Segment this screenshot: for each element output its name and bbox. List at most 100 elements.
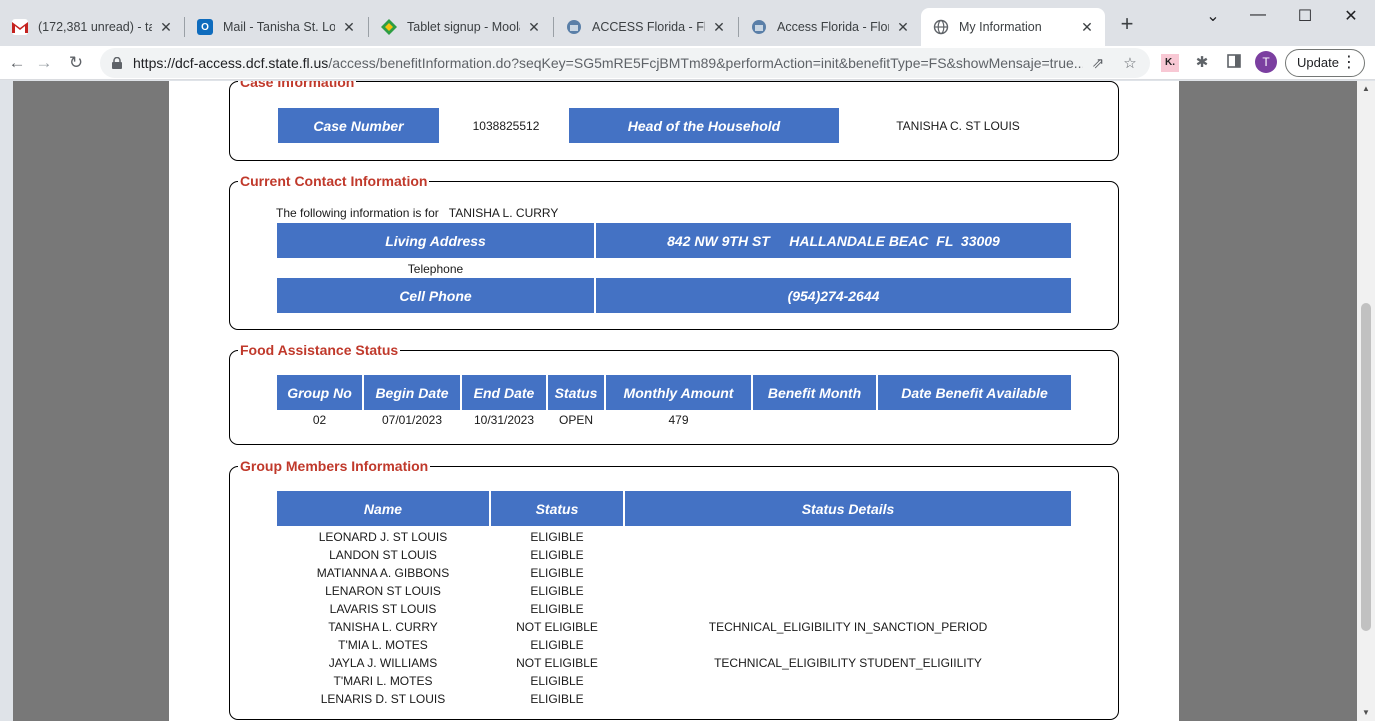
food-cell-status: OPEN	[558, 413, 593, 427]
back-icon[interactable]: ←	[6, 52, 28, 74]
member-name: LANDON ST LOUIS	[329, 548, 437, 562]
update-label: Update	[1297, 55, 1339, 70]
tab-moolah[interactable]: Tablet signup - Moolah ✕	[369, 8, 552, 46]
tab-access-florida-1[interactable]: ACCESS Florida - Florida ✕	[554, 8, 737, 46]
member-name: T'MIA L. MOTES	[338, 638, 428, 652]
tab-outlook[interactable]: O Mail - Tanisha St. Louis ✕	[185, 8, 367, 46]
close-icon[interactable]: ✕	[895, 19, 911, 36]
scroll-up-icon[interactable]: ▲	[1361, 84, 1371, 93]
member-name: TANISHA L. CURRY	[328, 620, 438, 634]
new-tab-button[interactable]: +	[1117, 13, 1137, 35]
member-name: T'MARI L. MOTES	[333, 674, 433, 688]
member-name: JAYLA J. WILLIAMS	[328, 656, 438, 670]
member-status-details: TECHNICAL_ELIGIBILITY STUDENT_ELIGIILITY	[714, 656, 982, 670]
member-status: ELIGIBLE	[530, 584, 584, 598]
tab-title: Tablet signup - Moolah	[407, 20, 520, 34]
update-button[interactable]: Update ⋮	[1285, 49, 1365, 77]
food-header-end-date: End Date	[462, 375, 546, 410]
vertical-scrollbar[interactable]: ▲ ▼	[1357, 81, 1375, 721]
member-name: MATIANNA A. GIBBONS	[316, 566, 450, 580]
food-cell-monthly-amount: 479	[668, 413, 689, 427]
telephone-label: Telephone	[407, 262, 464, 276]
head-of-household-label: Head of the Household	[569, 108, 839, 143]
food-cell-end-date: 10/31/2023	[473, 413, 535, 427]
tab-access-florida-2[interactable]: Access Florida - Florida ✕	[739, 8, 921, 46]
members-header-status-details: Status Details	[625, 491, 1071, 526]
star-icon[interactable]: ☆	[1120, 54, 1140, 72]
member-status: NOT ELIGIBLE	[516, 620, 598, 634]
member-status-details: TECHNICAL_ELIGIBILITY IN_SANCTION_PERIOD	[708, 620, 988, 634]
food-cell-begin-date: 07/01/2023	[381, 413, 443, 427]
food-header-monthly-amount: Monthly Amount	[606, 375, 751, 410]
member-name: LENARIS D. ST LOUIS	[320, 692, 446, 706]
address-bar[interactable]: https://dcf-access.dcf.state.fl.us/acces…	[100, 48, 1150, 78]
close-icon[interactable]: ✕	[1079, 19, 1095, 36]
member-status: ELIGIBLE	[530, 530, 584, 544]
tab-gmail[interactable]: (172,381 unread) - tani ✕	[0, 8, 184, 46]
member-name: LEONARD J. ST LOUIS	[318, 530, 448, 544]
cell-phone-label: Cell Phone	[277, 278, 594, 313]
share-icon[interactable]: ⇗	[1088, 54, 1108, 72]
contact-intro: The following information is for TANISHA…	[276, 206, 559, 220]
case-number-value: 1038825512	[472, 119, 540, 133]
chevron-down-icon[interactable]: ⌄	[1198, 6, 1228, 26]
more-icon[interactable]: ⋮	[1341, 50, 1357, 76]
gmail-icon	[12, 19, 28, 35]
page-content: Case Information Case Number 1038825512 …	[169, 81, 1179, 721]
moolah-icon	[381, 19, 397, 35]
tab-my-information[interactable]: My Information ✕	[921, 8, 1105, 46]
food-header-status: Status	[548, 375, 604, 410]
minimize-icon[interactable]: —	[1243, 6, 1273, 24]
access-florida-icon	[751, 19, 767, 35]
extension-k-icon[interactable]: K.	[1161, 54, 1179, 72]
case-information-section: Case Information Case Number 1038825512 …	[229, 81, 1119, 161]
food-header-date-available: Date Benefit Available	[878, 375, 1071, 410]
tab-title: My Information	[959, 20, 1042, 34]
member-name: LAVARIS ST LOUIS	[329, 602, 437, 616]
group-members-section: Group Members Information Name Status St…	[229, 458, 1119, 720]
section-legend: Current Contact Information	[238, 173, 430, 189]
close-icon[interactable]: ✕	[711, 19, 727, 36]
contact-intro-name: TANISHA L. CURRY	[448, 206, 559, 220]
living-address-value: 842 NW 9TH ST HALLANDALE BEAC FL 33009	[596, 223, 1071, 258]
food-assistance-section: Food Assistance Status Group No Begin Da…	[229, 342, 1119, 445]
food-header-begin-date: Begin Date	[364, 375, 460, 410]
outlook-icon: O	[197, 19, 213, 35]
member-name: LENARON ST LOUIS	[325, 584, 441, 598]
avatar[interactable]: T	[1255, 51, 1277, 73]
puzzle-icon[interactable]: ✱	[1193, 54, 1211, 72]
case-number-label: Case Number	[278, 108, 439, 143]
food-header-group-no: Group No	[277, 375, 362, 410]
contact-information-section: Current Contact Information The followin…	[229, 173, 1119, 330]
tab-title: (172,381 unread) - tani	[38, 20, 152, 34]
member-status: ELIGIBLE	[530, 548, 584, 562]
globe-icon	[933, 19, 949, 35]
maximize-icon[interactable]: ☐	[1290, 6, 1320, 26]
scrollbar-thumb[interactable]	[1361, 303, 1371, 631]
members-header-name: Name	[277, 491, 489, 526]
scroll-down-icon[interactable]: ▼	[1361, 708, 1371, 717]
forward-icon[interactable]: →	[33, 52, 55, 74]
browser-toolbar: ← → ↻ https://dcf-access.dcf.state.fl.us…	[0, 46, 1375, 80]
member-status: ELIGIBLE	[530, 638, 584, 652]
member-status: NOT ELIGIBLE	[516, 656, 598, 670]
tab-title: Access Florida - Florida	[777, 20, 889, 34]
section-legend: Case Information	[238, 81, 357, 90]
head-of-household-value: TANISHA C. ST LOUIS	[896, 119, 1020, 133]
url-text[interactable]: https://dcf-access.dcf.state.fl.us/acces…	[133, 55, 1083, 71]
section-legend: Group Members Information	[238, 458, 431, 474]
food-cell-group-no: 02	[312, 413, 327, 427]
members-header-status: Status	[491, 491, 623, 526]
close-icon[interactable]: ✕	[526, 19, 542, 36]
food-header-benefit-month: Benefit Month	[753, 375, 876, 410]
tab-strip: (172,381 unread) - tani ✕ O Mail - Tanis…	[0, 0, 1375, 46]
close-icon[interactable]: ✕	[341, 19, 357, 36]
access-florida-icon	[566, 19, 582, 35]
close-icon[interactable]: ✕	[158, 19, 174, 36]
reload-icon[interactable]: ↻	[65, 52, 87, 74]
side-panel-icon[interactable]	[1225, 54, 1243, 72]
member-status: ELIGIBLE	[530, 674, 584, 688]
tab-title: ACCESS Florida - Florida	[592, 20, 705, 34]
lock-icon	[112, 56, 122, 69]
window-close-icon[interactable]: ✕	[1336, 6, 1366, 26]
